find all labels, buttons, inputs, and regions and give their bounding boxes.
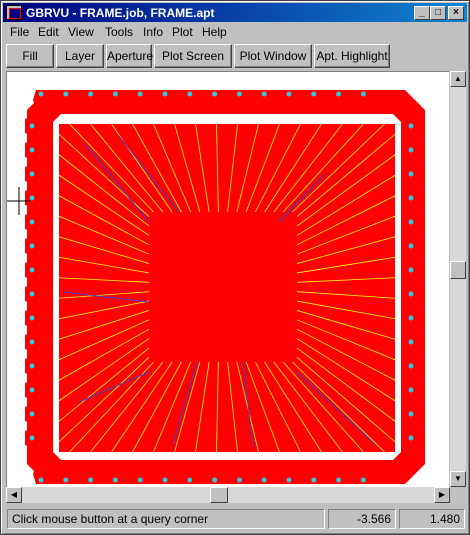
menu-info[interactable]: Info — [143, 25, 163, 39]
pad-hole — [408, 411, 414, 417]
menu-file[interactable]: File — [10, 25, 29, 39]
arrow-right-icon[interactable]: ▶ — [434, 487, 450, 503]
menu-help[interactable]: Help — [202, 25, 227, 39]
pad-hole — [261, 91, 267, 97]
pad-hole — [212, 477, 218, 483]
pad-hole — [336, 91, 342, 97]
pad-hole — [29, 339, 35, 345]
pad-hole — [38, 477, 44, 483]
pad-hole — [137, 91, 143, 97]
minimize-button[interactable]: _ — [414, 6, 430, 20]
pad-hole — [360, 477, 366, 483]
apt-highlight-button[interactable]: Apt. Highlight — [314, 44, 390, 68]
close-button[interactable]: × — [448, 6, 464, 20]
menu-view[interactable]: View — [68, 25, 94, 39]
plot-window-button[interactable]: Plot Window — [234, 44, 312, 68]
pad-hole — [286, 477, 292, 483]
pad-hole — [408, 123, 414, 129]
arrow-left-icon[interactable]: ◀ — [6, 487, 22, 503]
app-window: GBRVU - FRAME.job, FRAME.apt _ □ × File … — [0, 0, 470, 535]
pad-hole — [63, 91, 69, 97]
pad-hole — [137, 477, 143, 483]
pad-hole — [38, 91, 44, 97]
menu-tools[interactable]: Tools — [105, 25, 133, 39]
fill-button[interactable]: Fill — [6, 44, 54, 68]
pad-hole — [408, 363, 414, 369]
pad-hole — [212, 91, 218, 97]
pad-hole — [29, 315, 35, 321]
window-title: GBRVU - FRAME.job, FRAME.apt — [26, 6, 215, 20]
copper-layer — [27, 90, 425, 484]
pad-hole — [311, 91, 317, 97]
pad-hole — [311, 477, 317, 483]
aperture-button[interactable]: Aperture — [106, 44, 153, 68]
vertical-scrollbar[interactable]: ▲ ▼ — [450, 71, 466, 487]
status-message: Click mouse button at a query corner — [7, 509, 325, 529]
pad-hole — [112, 477, 118, 483]
pad-hole — [286, 91, 292, 97]
arrow-down-icon[interactable]: ▼ — [450, 471, 466, 487]
pad-hole — [187, 477, 193, 483]
app-icon[interactable] — [6, 5, 22, 20]
gerber-canvas[interactable] — [6, 71, 449, 488]
y-coordinate: 1.480 — [399, 509, 465, 529]
pad-hole — [408, 171, 414, 177]
pad-hole — [29, 291, 35, 297]
toolbar: Fill Layer Aperture Plot Screen Plot Win… — [3, 42, 467, 70]
title-bar[interactable]: GBRVU - FRAME.job, FRAME.apt _ □ × — [3, 3, 467, 22]
horizontal-scroll-thumb[interactable] — [210, 487, 228, 503]
arrow-up-icon[interactable]: ▲ — [450, 71, 466, 87]
maximize-button[interactable]: □ — [430, 6, 446, 20]
pad-hole — [29, 243, 35, 249]
pad-hole — [408, 219, 414, 225]
pad-hole — [29, 267, 35, 273]
plot-screen-button[interactable]: Plot Screen — [154, 44, 232, 68]
pad-hole — [112, 91, 118, 97]
pad-hole — [408, 315, 414, 321]
pad-hole — [29, 363, 35, 369]
pad-hole — [29, 411, 35, 417]
pad-hole — [29, 219, 35, 225]
pad-hole — [29, 195, 35, 201]
pad-hole — [360, 91, 366, 97]
pad-hole — [29, 171, 35, 177]
pad-hole — [236, 91, 242, 97]
pad-hole — [408, 195, 414, 201]
pad-hole — [88, 477, 94, 483]
pad-hole — [88, 91, 94, 97]
pad-hole — [261, 477, 267, 483]
pad-hole — [408, 147, 414, 153]
menu-plot[interactable]: Plot — [172, 25, 193, 39]
menu-edit[interactable]: Edit — [38, 25, 59, 39]
pad-hole — [408, 387, 414, 393]
vertical-scroll-thumb[interactable] — [450, 261, 466, 279]
pad-hole — [29, 147, 35, 153]
pad-hole — [408, 435, 414, 441]
pad-hole — [236, 477, 242, 483]
pad-hole — [63, 477, 69, 483]
status-bar: Click mouse button at a query corner -3.… — [3, 506, 467, 532]
horizontal-scrollbar[interactable]: ◀ ▶ — [6, 487, 450, 503]
menu-bar: File Edit View Tools Info Plot Help — [3, 23, 467, 41]
pad-hole — [162, 91, 168, 97]
pad-hole — [29, 387, 35, 393]
pad-hole — [408, 339, 414, 345]
board-render[interactable] — [7, 72, 449, 488]
layer-button[interactable]: Layer — [56, 44, 104, 68]
x-coordinate: -3.566 — [328, 509, 396, 529]
pad-hole — [408, 291, 414, 297]
pad-hole — [162, 477, 168, 483]
pad-hole — [29, 123, 35, 129]
die-paddle — [149, 212, 297, 362]
pad-hole — [187, 91, 193, 97]
pad-hole — [29, 435, 35, 441]
pad-hole — [408, 243, 414, 249]
pad-hole — [408, 267, 414, 273]
pad-hole — [336, 477, 342, 483]
